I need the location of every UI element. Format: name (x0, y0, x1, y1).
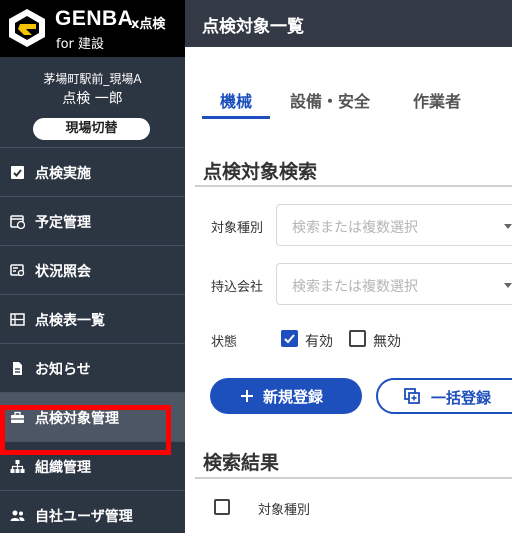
site-name: 茅場町駅前_現場A (43, 72, 142, 86)
document-icon (13, 362, 22, 375)
target-type-placeholder: 検索または複数選択 (292, 220, 418, 236)
results-section-title: 検索結果 (203, 452, 280, 474)
column-header-type[interactable]: 対象種別 (258, 499, 310, 518)
divider (195, 477, 512, 479)
users-icon (10, 510, 25, 521)
company-placeholder: 検索または複数選択 (292, 279, 418, 295)
sidebar-item-label: 点検表一覧 (35, 313, 105, 329)
status-valid-label: 有効 (305, 334, 333, 350)
select-all-checkbox[interactable] (214, 499, 230, 515)
search-section-title: 点検対象検索 (203, 161, 318, 183)
genba-logo-icon (9, 9, 45, 47)
target-type-select[interactable]: 検索または複数選択 (276, 204, 512, 246)
sidebar-item-label: お知らせ (35, 362, 91, 378)
sidebar-item-checklists[interactable]: 点検表一覧 (0, 295, 185, 344)
logo[interactable]: GENBA x点検 for 建設 (0, 0, 185, 57)
page-title: 点検対象一覧 (202, 17, 304, 37)
status-valid-checkbox[interactable] (281, 330, 298, 347)
sidebar-item-schedule[interactable]: 予定管理 (0, 197, 185, 246)
sidebar-item-notices[interactable]: お知らせ (0, 344, 185, 393)
status-search-icon (10, 264, 25, 277)
sidebar-item-users[interactable]: 自社ユーザ管理 (0, 491, 185, 533)
user-panel: 茅場町駅前_現場A 点検 一郎 現場切替 (0, 57, 185, 148)
company-label: 持込会社 (211, 280, 264, 295)
sidebar-item-label: 状況照会 (35, 264, 91, 280)
bulk-register-label: 一括登録 (431, 389, 492, 407)
sidebar-item-status[interactable]: 状況照会 (0, 246, 185, 295)
sidebar-item-inspection[interactable]: 点検実施 (0, 148, 185, 197)
bulk-register-button[interactable]: 一括登録 (376, 378, 512, 414)
header: 点検対象一覧 (185, 0, 512, 47)
tab-active-indicator (202, 116, 270, 119)
brand-name: GENBA (55, 7, 134, 30)
sidebar-item-label: 組織管理 (35, 460, 91, 476)
highlight-annotation (0, 405, 171, 455)
plus-icon (241, 390, 253, 402)
org-chart-icon (10, 460, 25, 473)
user-name: 点検 一郎 (62, 91, 123, 107)
sidebar-item-label: 点検実施 (35, 166, 91, 182)
chevron-down-icon (504, 283, 512, 288)
new-register-label: 新規登録 (263, 388, 324, 406)
tab-workers[interactable]: 作業者 (413, 88, 461, 112)
clipboard-check-icon (11, 166, 24, 179)
status-label: 状態 (211, 335, 238, 350)
bulk-add-icon (404, 388, 420, 404)
checkmark-icon (284, 334, 295, 344)
status-invalid-checkbox[interactable] (349, 330, 366, 347)
chevron-down-icon (504, 224, 512, 229)
brand-suffix: x点検 (131, 17, 166, 32)
new-register-button[interactable]: 新規登録 (210, 378, 362, 414)
tab-bar: 機械 設備・安全 作業者 (185, 80, 512, 120)
tab-equipment-safety[interactable]: 設備・安全 (290, 88, 370, 112)
divider (195, 185, 512, 187)
sidebar-item-label: 予定管理 (35, 215, 91, 231)
table-icon (10, 313, 25, 326)
tab-machine[interactable]: 機械 (220, 88, 252, 112)
sidebar-item-label: 自社ユーザ管理 (35, 509, 133, 525)
brand-sub: for 建設 (56, 37, 105, 52)
company-select[interactable]: 検索または複数選択 (276, 263, 512, 305)
site-switch-button[interactable]: 現場切替 (33, 118, 150, 140)
target-type-label: 対象種別 (211, 221, 264, 236)
status-invalid-label: 無効 (373, 334, 401, 350)
calendar-clock-icon (10, 215, 25, 229)
